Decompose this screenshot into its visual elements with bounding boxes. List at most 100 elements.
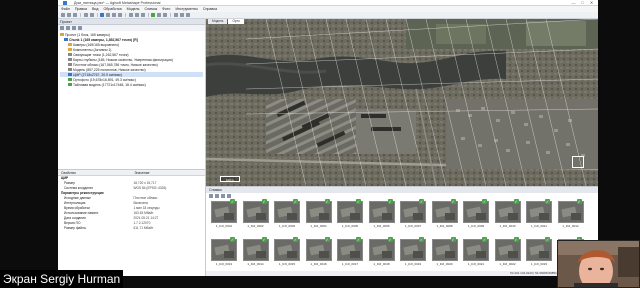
zoom-out-icon[interactable]: [179, 13, 184, 17]
photo-thumbnail[interactable]: ✓ 1_DJI_0001: [211, 199, 237, 233]
photo-preview: [368, 239, 395, 261]
photo-thumbnail[interactable]: ✓ 1_DJI_0011: [526, 199, 552, 233]
photo-label: 1_DJI_0007: [404, 224, 422, 228]
resize-icon[interactable]: [140, 13, 145, 17]
photo-preview: [431, 239, 458, 261]
main-toolbar: [58, 12, 598, 19]
webcam-overlay: [557, 240, 640, 288]
photo-thumbnail[interactable]: ✓ 1_DJI_0014: [242, 237, 269, 271]
rectangle-select-icon[interactable]: [106, 13, 110, 17]
reset-view-icon[interactable]: [185, 13, 190, 17]
photo-preview: [463, 201, 489, 223]
aligned-check-icon: ✓: [356, 237, 361, 242]
photo-preview: [526, 239, 552, 261]
undo-icon[interactable]: [83, 13, 88, 17]
photo-preview: [463, 239, 489, 261]
points-icon: [68, 52, 72, 57]
photo-preview: [400, 239, 426, 261]
photo-thumbnail[interactable]: ✓ 1_DJI_0015: [274, 237, 300, 271]
photo-thumbnail[interactable]: ✓ 1_DJI_0012: [557, 199, 584, 233]
ruler-icon[interactable]: [151, 13, 155, 17]
navigator-frame[interactable]: [572, 156, 584, 168]
aligned-check-icon: ✓: [230, 237, 235, 242]
add-photos-icon[interactable]: [66, 26, 70, 30]
photo-thumbnail[interactable]: ✓ 1_DJI_0021: [463, 237, 489, 271]
open-icon[interactable]: [67, 13, 71, 17]
photo-preview: [368, 201, 395, 223]
photo-thumbnail[interactable]: ✓ 1_DJI_0017: [337, 237, 363, 271]
save-icon[interactable]: [73, 13, 77, 17]
toolbar-separator: [147, 13, 148, 17]
property-row: Размер файла 611.71 Мбайт: [58, 226, 205, 231]
delete-photo-icon[interactable]: [221, 194, 225, 198]
photo-preview: [274, 239, 300, 261]
photo-thumbnail[interactable]: ✓ 1_DJI_0013: [211, 237, 237, 271]
property-name: Размер файла: [64, 226, 86, 230]
zoom-in-icon[interactable]: [173, 13, 178, 17]
add-marker-icon[interactable]: [72, 26, 76, 30]
photo-thumbnail[interactable]: ✓ 1_DJI_0002: [242, 199, 269, 233]
photo-thumbnail[interactable]: ✓ 1_DJI_0003: [274, 199, 300, 233]
photo-preview: [305, 239, 332, 261]
tree-item[interactable]: Тайловая модель (17721x17448, 18.4 см/пи…: [60, 82, 203, 87]
ortho-map-view[interactable]: 100 m: [206, 19, 598, 186]
aligned-check-icon: ✓: [513, 237, 519, 242]
view-mode-icon[interactable]: [227, 194, 231, 198]
navigation-icon[interactable]: [100, 13, 104, 17]
move-icon[interactable]: [128, 13, 133, 17]
photo-label: 1_DJI_0011: [531, 224, 547, 228]
toolbar-separator: [96, 13, 97, 17]
screen-share-caption: Экран Sergiy Hurman: [0, 270, 124, 288]
rotate-left-icon[interactable]: [209, 194, 213, 198]
remove-icon[interactable]: [78, 26, 82, 30]
photo-thumbnail[interactable]: ✓ 1_DJI_0007: [400, 199, 426, 233]
photo-thumbnail[interactable]: ✓ 1_DJI_0023: [526, 237, 552, 271]
delete-icon[interactable]: [163, 13, 167, 17]
aligned-check-icon: ✓: [482, 199, 487, 204]
tree-item-label: Связующие точки (1,262,567 точек): [73, 52, 129, 57]
aligned-check-icon: ✓: [293, 199, 298, 204]
photo-thumbnail[interactable]: ✓ 1_DJI_0009: [463, 199, 489, 233]
photo-thumbnail[interactable]: ✓ 1_DJI_0022: [494, 237, 521, 271]
photo-preview: [494, 239, 521, 261]
aligned-check-icon: ✓: [482, 237, 487, 242]
toolbar-separator: [170, 13, 171, 17]
photo-label: 1_DJI_0001: [215, 224, 233, 228]
add-chunk-icon[interactable]: [60, 26, 64, 30]
photo-label: 1_DJI_0017: [341, 262, 359, 266]
view-tabs: Модель Орто: [206, 19, 244, 24]
tab-model[interactable]: Модель: [208, 19, 228, 24]
photo-thumbnail[interactable]: ✓ 1_DJI_0018: [368, 237, 395, 271]
toolbar-separator: [80, 13, 81, 17]
aligned-check-icon: ✓: [419, 199, 424, 204]
photo-preview: [494, 201, 521, 223]
photo-thumbnail[interactable]: ✓ 1_DJI_0010: [494, 199, 521, 233]
photo-thumbnail[interactable]: ✓ 1_DJI_0006: [368, 199, 395, 233]
circle-select-icon[interactable]: [112, 13, 116, 17]
photo-thumbnail[interactable]: ✓ 1_DJI_0016: [305, 237, 332, 271]
photo-label: 1_DJI_0009: [467, 224, 485, 228]
rotate-icon[interactable]: [134, 13, 139, 17]
scale-bar: 100 m: [220, 176, 240, 182]
model-icon: [68, 67, 72, 72]
new-icon[interactable]: [61, 13, 65, 17]
redo-icon[interactable]: [89, 13, 94, 17]
tab-ortho[interactable]: Орто: [228, 19, 244, 24]
tree-item-label: Плотное облако (167,565,786 точек, Низко…: [73, 62, 158, 67]
photo-thumbnail[interactable]: ✓ 1_DJI_0020: [431, 237, 458, 271]
photo-thumbnail[interactable]: ✓ 1_DJI_0019: [400, 237, 426, 271]
photo-label: 1_DJI_0015: [278, 262, 296, 266]
photo-label: 1_DJI_0023: [530, 262, 548, 266]
photo-thumbnail[interactable]: ✓ 1_DJI_0004: [305, 199, 332, 233]
workspace-tree: Проект (1 блок, 165 камеры) Chunk 1 (165 …: [58, 31, 205, 88]
free-select-icon[interactable]: [118, 13, 122, 17]
crop-icon[interactable]: [157, 13, 161, 17]
photo-thumbnail[interactable]: ✓ 1_DJI_0008: [431, 199, 458, 233]
photo-label: 1_DJI_0003: [278, 224, 296, 228]
aligned-check-icon: ✓: [261, 199, 267, 204]
depth-icon: [68, 57, 72, 62]
rotate-right-icon[interactable]: [215, 194, 219, 198]
photo-preview: [337, 201, 363, 223]
aligned-check-icon: ✓: [356, 199, 361, 204]
photo-thumbnail[interactable]: ✓ 1_DJI_0005: [337, 199, 363, 233]
